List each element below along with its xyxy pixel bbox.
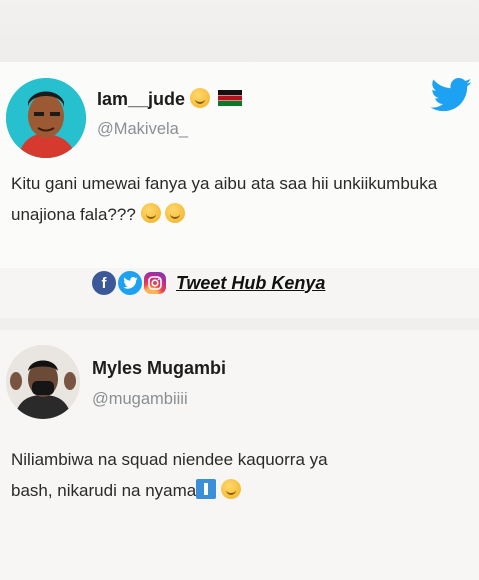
facebook-icon: f [92, 271, 116, 295]
twitter-icon [118, 271, 142, 295]
avatar-myles[interactable] [6, 345, 80, 419]
avatar-jude[interactable] [6, 78, 86, 158]
tweet1-display-name: Iam__jude [97, 89, 186, 109]
tweet2-text-line2-row: bash, nikarudi na nyama [11, 475, 473, 506]
tears-of-joy-emoji-icon [220, 479, 241, 499]
tweet2-text: Niliambiwa na squad niendee kaquorra ya … [11, 444, 473, 506]
top-band [0, 0, 479, 62]
up-arrow-sticker-icon [196, 479, 217, 499]
tweet1-author[interactable]: Iam__jude [97, 88, 243, 110]
twitter-bird-icon [430, 78, 472, 112]
kenya-flag-icon [218, 90, 243, 106]
brand-label: Tweet Hub Kenya [176, 272, 326, 293]
grinning-sweat-emoji-icon [140, 203, 161, 223]
cartoon-avatar-icon [6, 78, 86, 158]
tweet1-handle[interactable]: @Makivela_ [97, 120, 188, 139]
grinning-sweat-emoji-icon [165, 203, 186, 223]
tweet2-text-line2: bash, nikarudi na nyama [11, 481, 197, 500]
tweet1-text: Kitu gani umewai fanya ya aibu ata saa h… [11, 168, 471, 230]
tweet2-handle[interactable]: @mugambiiii [92, 390, 188, 409]
tweet2-text-line1: Niliambiwa na squad niendee kaquorra ya [11, 450, 328, 469]
tweet-hub-kenya-brand: f Tweet Hub Kenya [92, 266, 325, 300]
instagram-icon [144, 272, 166, 294]
tweet1-text-content: Kitu gani umewai fanya ya aibu ata saa h… [11, 174, 438, 224]
tweet2-display-name[interactable]: Myles Mugambi [92, 358, 226, 379]
smiling-face-emoji-icon [190, 88, 211, 108]
person-photo-icon [6, 345, 80, 419]
